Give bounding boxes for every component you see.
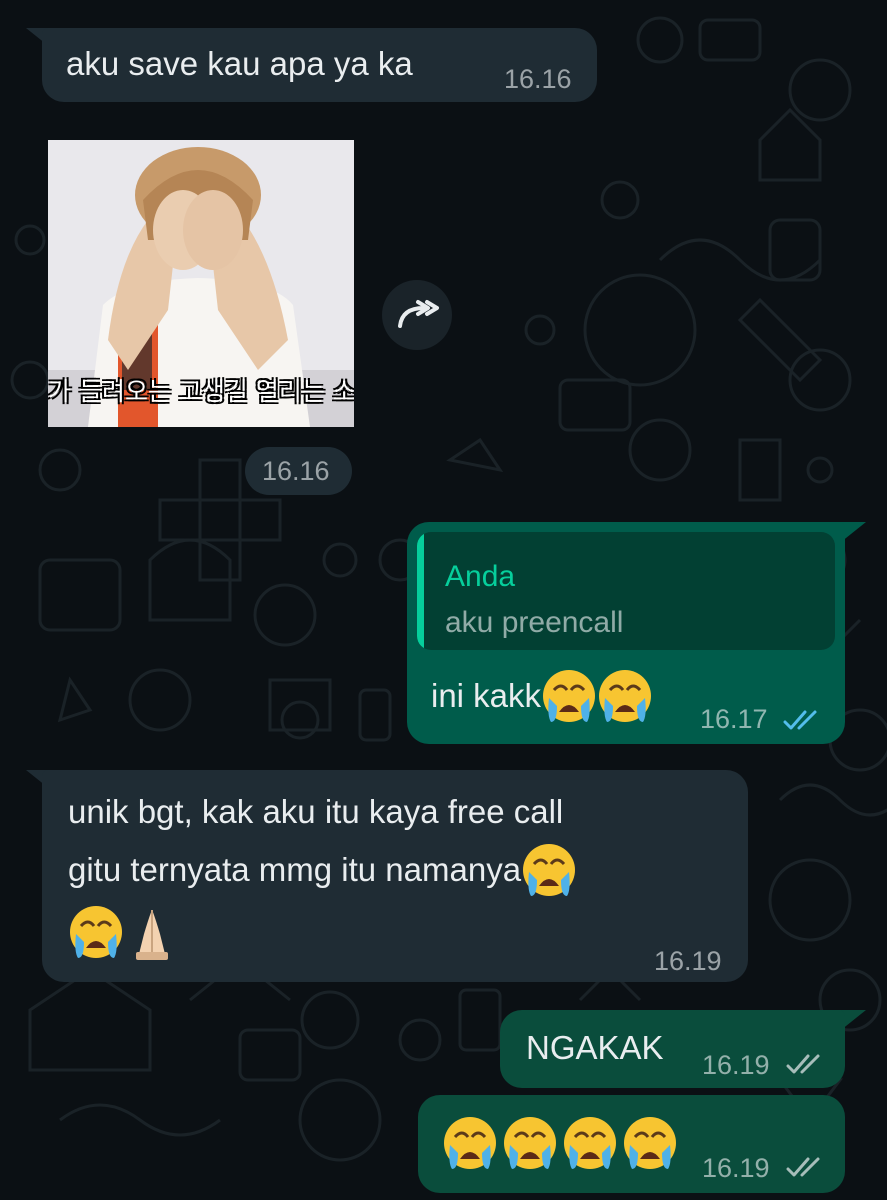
message-time: 16.19 [702,1153,770,1183]
message-time: 16.19 [702,1050,770,1080]
double-check-icon [786,1157,820,1177]
outgoing-message[interactable]: 16.19 [418,1095,845,1193]
outgoing-message[interactable]: NGAKAK 16.19 [500,1010,845,1088]
message-text: NGAKAK [526,1029,664,1066]
emoji-row [68,904,180,960]
message-time: 16.19 [654,946,722,976]
crying-face-emoji [442,1115,498,1171]
message-content: ini kakk [431,668,653,724]
message-time: 16.16 [504,64,572,94]
double-check-icon [786,1054,820,1074]
crying-face-emoji [502,1115,558,1171]
reply-author: Anda [445,560,516,593]
message-text: aku save kau apa ya ka [66,45,413,82]
double-check-icon [783,710,817,730]
crying-face-emoji [521,842,577,898]
crying-face-emoji [622,1115,678,1171]
incoming-message[interactable]: unik bgt, kak aku itu kaya free call git… [42,770,748,982]
crying-face-emoji [562,1115,618,1171]
reply-text: aku preencall [445,606,624,639]
sticker-image[interactable]: 가 들려오는 고생길 열리는 소 [48,140,354,427]
message-time: 16.17 [700,704,768,734]
quote-accent-bar [417,532,424,650]
message-text: ini kakk [431,677,542,714]
crying-face-emoji [597,668,653,724]
crying-face-emoji [541,668,597,724]
forward-icon [398,300,439,328]
folded-hands-emoji [124,904,180,960]
sticker-subtitle: 가 들려오는 고생길 열리는 소 [48,377,354,406]
emoji-row [442,1115,678,1171]
forward-button[interactable] [382,280,452,350]
message-text-line: unik bgt, kak aku itu kaya free call [68,793,564,830]
outgoing-message[interactable]: Anda aku preencall ini kakk 16.17 [407,522,845,744]
sticker-time-pill: 16.16 [245,447,352,495]
message-text-line-wrap: gitu ternyata mmg itu namanya [68,842,577,898]
message-time: 16.16 [262,456,330,486]
crying-face-emoji [68,904,124,960]
message-text-line: gitu ternyata mmg itu namanya [68,851,522,888]
quoted-reply[interactable]: Anda aku preencall [417,532,835,650]
incoming-message[interactable]: aku save kau apa ya ka 16.16 [42,28,597,102]
